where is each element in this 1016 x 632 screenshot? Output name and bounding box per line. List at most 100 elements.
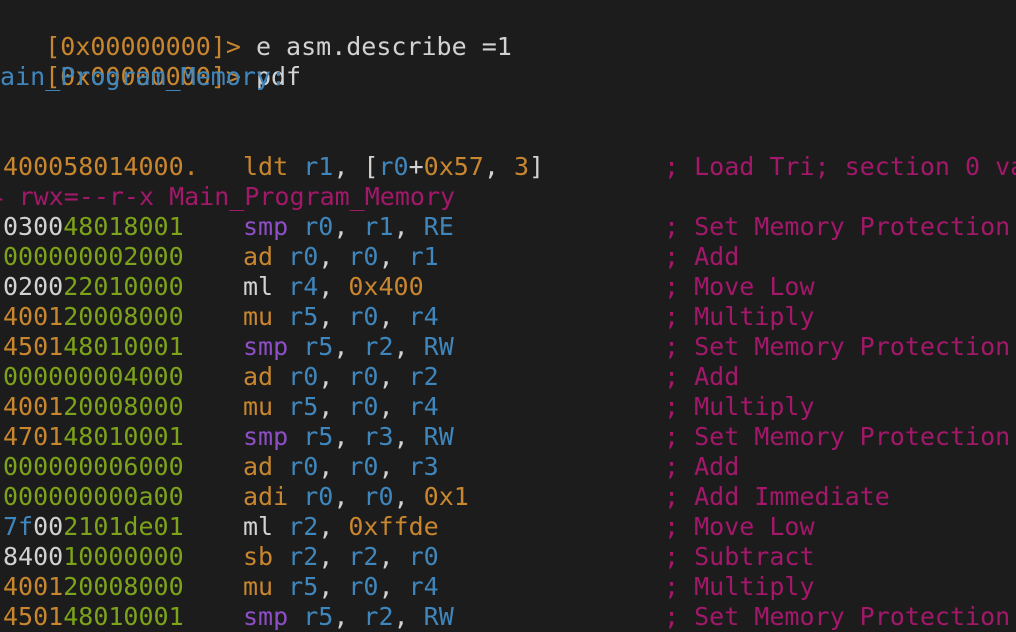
mnemonic: ad [243, 362, 274, 391]
operand: r5 [288, 332, 334, 361]
function-label: Main_Program_Memory: [0, 62, 287, 91]
instruction-asm: mu r5, r0, r4 [243, 392, 439, 422]
prompt-line-2: [0x00000000]> pdf [0, 32, 301, 91]
operand: r0 [363, 482, 394, 511]
operand: r5 [288, 602, 334, 631]
operand: , [378, 242, 409, 271]
instruction-row-10[interactable]: 000000000a00 adi r0, r0, 0x1 ; Add Immedia… [0, 482, 1016, 512]
instruction-comment: ; Add [664, 452, 740, 481]
instruction-row-2[interactable]: 000000002000 ad r0, r0, r1 ; Add [0, 242, 1016, 272]
operand: , [333, 212, 364, 241]
bytes-segment: 20008000 [63, 302, 184, 331]
instruction-row-3[interactable]: 020022010000 ml r4, 0x400 ; Move Low [0, 272, 1016, 302]
operand: r0 [348, 392, 379, 421]
instruction-row-7[interactable]: 400120008000 mu r5, r0, r4 ; Multiply [0, 392, 1016, 422]
operand: , [333, 602, 364, 631]
operand: r0 [348, 452, 379, 481]
mnemonic: adi [243, 482, 289, 511]
instruction-bytes: 030048018001 [3, 212, 184, 242]
operand: r0 [348, 302, 379, 331]
operand: RW [423, 332, 454, 361]
operand: r0 [288, 482, 334, 511]
instruction-bytes: 400058014000. [3, 152, 199, 182]
prompt-line-1: [0x00000000]> e asm.describe =1 [0, 2, 512, 61]
operand: , [378, 302, 409, 331]
bytes-segment: 2101de01 [63, 512, 184, 541]
operand: r2 [273, 542, 319, 571]
bytes-segment: 7f [3, 512, 34, 541]
operand: 3 [513, 152, 530, 181]
operand: RW [423, 422, 454, 451]
bytes-segment: 4501 [3, 602, 64, 631]
bytes-segment: 4000580 [3, 152, 109, 181]
instruction-asm: ldt r1, [r0+0x57, 3] [243, 152, 544, 182]
instruction-row-6[interactable]: 000000004000 ad r0, r0, r2 ; Add [0, 362, 1016, 392]
instruction-comment: ; Load Tri; section 0 va [664, 152, 1016, 181]
operand: r0 [408, 542, 439, 571]
instruction-asm: ad r0, r0, r2 [243, 362, 439, 392]
instruction-row-4[interactable]: 400120008000 mu r5, r0, r4 ; Multiply [0, 302, 1016, 332]
operand: r0 [348, 242, 379, 271]
instruction-bytes: 450148010001 [3, 332, 184, 362]
bytes-segment: 10000000 [63, 542, 184, 571]
instruction-row-5[interactable]: 450148010001 smp r5, r2, RW ; Set Memory P… [0, 332, 1016, 362]
instruction-row-11[interactable]: 7f002101de01 ml r2, 0xffde ; Move Low [0, 512, 1016, 542]
bytes-segment: 22010000 [63, 272, 184, 301]
operand: r5 [288, 422, 334, 451]
bytes-segment: 0200 [3, 272, 64, 301]
bytes-segment: 000000000a00 [3, 482, 184, 511]
instruction-bytes: 400120008000 [3, 572, 184, 602]
instruction-row-13[interactable]: 400120008000 mu r5, r0, r4 ; Multiply [0, 572, 1016, 602]
operand: r2 [363, 332, 394, 361]
operand: r0 [378, 152, 409, 181]
operand: , [378, 452, 409, 481]
instruction-row-1[interactable]: 030048018001 smp r0, r1, RE ; Set Memory P… [0, 212, 1016, 242]
instruction-bytes: 400120008000 [3, 302, 184, 332]
operand: , [318, 272, 349, 301]
operand: , [378, 572, 409, 601]
instruction-row-9[interactable]: 000000006000 ad r0, r0, r3 ; Add [0, 452, 1016, 482]
operand: r1 [288, 152, 334, 181]
operand: 0x57 [423, 152, 484, 181]
bytes-segment: 48010001 [63, 602, 184, 631]
operand: r4 [408, 302, 439, 331]
instruction-asm: smp r0, r1, RE [243, 212, 454, 242]
operand: , [318, 452, 349, 481]
operand: r5 [273, 392, 319, 421]
bytes-segment: 8400 [3, 542, 64, 571]
operand: r4 [408, 572, 439, 601]
terminal-window[interactable]: [0x00000000]> e asm.describe =1 [0x00000… [0, 0, 1016, 632]
instruction-row-14[interactable]: 450148010001 smp r5, r2, RW ; Set Memory P… [0, 602, 1016, 632]
operand: r2 [408, 362, 439, 391]
instruction-row-8[interactable]: 470148010001 smp r5, r3, RW ; Set Memory P… [0, 422, 1016, 452]
operand: , [393, 332, 424, 361]
operand: r1 [408, 242, 439, 271]
instruction-asm: ad r0, r0, r1 [243, 242, 439, 272]
bytes-segment: 000000006000 [3, 452, 184, 481]
mnemonic: smp [243, 602, 289, 631]
instruction-asm: smp r5, r2, RW [243, 332, 454, 362]
section-info-line: 0x00008864 rwx=--r-x Main_Program_Memory [0, 182, 456, 211]
mnemonic: ad [243, 452, 274, 481]
instruction-bytes: 7f002101de01 [3, 512, 184, 542]
instruction-comment: ; Set Memory Protection [664, 332, 1011, 361]
instruction-asm: ml r2, 0xffde [243, 512, 439, 542]
operand: r5 [273, 572, 319, 601]
instruction-bytes: 000000004000 [3, 362, 184, 392]
instruction-row-12[interactable]: 840010000000 sb r2, r2, r0 ; Subtract [0, 542, 1016, 572]
mnemonic: ad [243, 242, 274, 271]
operand: , [393, 602, 424, 631]
operand: r2 [273, 512, 319, 541]
operand: , [ [333, 152, 379, 181]
operand: r5 [273, 302, 319, 331]
bytes-segment: 4701 [3, 422, 64, 451]
operand: , [333, 332, 364, 361]
mnemonic: mu [243, 392, 274, 421]
operand: r4 [408, 392, 439, 421]
instruction-bytes: 020022010000 [3, 272, 184, 302]
bytes-segment: 4501 [3, 332, 64, 361]
operand: r2 [363, 602, 394, 631]
instruction-bytes: 400120008000 [3, 392, 184, 422]
instruction-comment: ; Multiply [664, 572, 815, 601]
operand: , [318, 512, 349, 541]
